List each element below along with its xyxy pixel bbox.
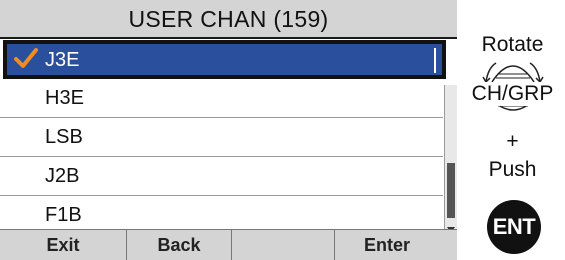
list-item-label: J2B [45,165,80,187]
list-item-lsb[interactable]: LSB [0,118,443,157]
title-bar: USER CHAN (159) [0,0,457,39]
list-item-label: H3E [45,87,84,109]
blank-softkey[interactable] [231,230,334,260]
list-item-label: F1B [45,204,82,226]
screen-title: USER CHAN (159) [128,6,329,32]
enter-softkey[interactable]: Enter [334,230,439,260]
knob-label: CH/GRP [460,82,565,106]
control-instructions: Rotate CH/GRP + Push ENT [460,0,565,259]
lcd-screen: USER CHAN (159) J3E H3E LSB J2B F1B Exit… [0,0,457,260]
ent-button[interactable]: ENT [487,200,541,254]
scrollbar[interactable] [444,85,457,235]
back-softkey[interactable]: Back [126,230,231,260]
scroll-thumb[interactable] [447,163,455,218]
text-cursor [434,48,436,73]
softkey-bar: Exit Back Enter [0,229,457,260]
list-item-h3e[interactable]: H3E [0,79,443,118]
list-item-j3e[interactable]: J3E [3,40,446,79]
check-icon [14,48,38,68]
push-label: Push [488,158,537,181]
plus-label: + [506,130,519,153]
list-item-label: LSB [45,126,83,148]
list-item-j2b[interactable]: J2B [0,157,443,196]
exit-softkey[interactable]: Exit [0,230,126,260]
list-item-label: J3E [45,49,80,71]
